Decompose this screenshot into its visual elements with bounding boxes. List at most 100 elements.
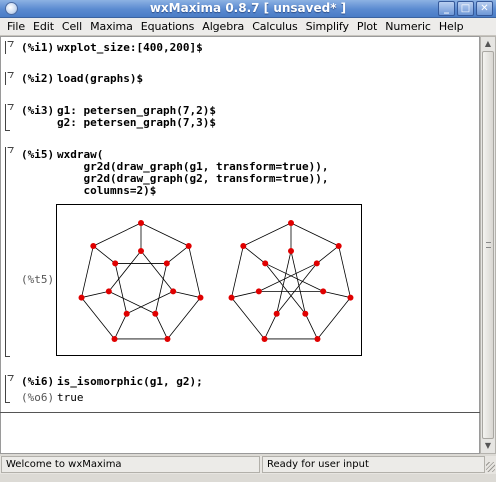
graph2-edge <box>264 313 278 340</box>
scroll-thumb[interactable] <box>482 51 494 439</box>
graph2-vertex <box>288 248 294 254</box>
resize-grip-icon[interactable] <box>486 462 495 472</box>
minimize-button[interactable]: _ <box>438 1 455 16</box>
graph2-vertex <box>255 288 262 295</box>
output-label: (%o6) <box>21 391 55 404</box>
input-label: (%i6) <box>21 375 55 388</box>
graph1-vertex <box>163 260 170 267</box>
menu-maxima[interactable]: Maxima <box>86 20 137 33</box>
graph2-edge <box>316 245 339 264</box>
plot-output[interactable] <box>56 204 362 356</box>
graph1-vertex <box>170 288 177 295</box>
graph2-vertex <box>261 335 268 342</box>
graph2-edge <box>265 263 324 292</box>
code-line[interactable]: wxdraw( <box>57 149 103 160</box>
status-state: Ready for user input <box>262 456 485 473</box>
graph2-edge <box>317 297 351 340</box>
graph-plot <box>78 220 354 342</box>
graph1-vertex <box>164 335 171 342</box>
cell-bracket[interactable] <box>5 104 14 131</box>
graph1-vertex <box>197 294 204 301</box>
graph2-edge <box>304 313 318 340</box>
graph1-edge <box>166 245 189 264</box>
graph1-vertex <box>105 288 112 295</box>
code-line[interactable]: gr2d(draw_graph(g1, transform=true)), <box>57 161 328 172</box>
graph2-edge <box>290 222 339 247</box>
scroll-up-icon[interactable]: ▲ <box>482 38 494 50</box>
graph2-vertex <box>228 294 235 301</box>
graph2-vertex <box>313 260 320 267</box>
graph1-edge <box>126 290 174 315</box>
input-label: (%i3) <box>21 104 55 117</box>
maximize-button[interactable]: □ <box>457 1 474 16</box>
title-bar: wxMaxima 0.8.7 [ unsaved* ] _ □ ✕ <box>0 0 496 18</box>
code-line[interactable]: gr2d(draw_graph(g2, transform=true)), <box>57 173 328 184</box>
graph1-edge <box>93 222 142 247</box>
graph2-vertex <box>347 294 354 301</box>
cell-bracket[interactable] <box>5 375 14 403</box>
code-line[interactable]: is_isomorphic(g1, g2); <box>57 376 203 387</box>
code-line[interactable]: columns=2)$ <box>57 185 156 196</box>
window-bottom <box>0 474 496 482</box>
graph1-vertex <box>112 260 119 267</box>
status-bar: Welcome to wxMaxima Ready for user input <box>0 456 496 474</box>
menu-numeric[interactable]: Numeric <box>381 20 435 33</box>
cursor-divider <box>0 412 480 413</box>
graph1-edge <box>81 290 109 298</box>
code-line[interactable]: g1: petersen_graph(7,2)$ <box>57 105 216 116</box>
menu-algebra[interactable]: Algebra <box>198 20 248 33</box>
status-message: Welcome to wxMaxima <box>1 456 260 473</box>
graph1-vertex <box>185 242 192 249</box>
output-value: true <box>57 391 84 404</box>
graph1-edge <box>81 245 94 298</box>
graph2-edge <box>323 290 351 298</box>
graph1-vertex <box>111 335 118 342</box>
graph1-edge <box>167 297 201 340</box>
menu-plot[interactable]: Plot <box>353 20 381 33</box>
window-title: wxMaxima 0.8.7 [ unsaved* ] <box>149 1 347 15</box>
menu-calculus[interactable]: Calculus <box>248 20 301 33</box>
output-label: (%t5) <box>21 273 55 286</box>
cell-bracket[interactable] <box>5 72 14 85</box>
graph2-vertex <box>262 260 269 267</box>
code-line[interactable]: g2: petersen_graph(7,3)$ <box>57 117 216 128</box>
menu-cell[interactable]: Cell <box>58 20 86 33</box>
menu-help[interactable]: Help <box>435 20 468 33</box>
menu-bar: File Edit Cell Maxima Equations Algebra … <box>0 18 496 36</box>
graph1-edge <box>140 250 174 292</box>
vertical-scrollbar[interactable]: ▲ ▼ <box>480 36 496 454</box>
graph2-vertex <box>240 242 247 249</box>
graph2-edge <box>231 245 244 298</box>
graph2-edge <box>231 290 259 298</box>
graph1-edge <box>140 222 189 247</box>
menu-file[interactable]: File <box>3 20 29 33</box>
graph2-vertex <box>273 310 280 317</box>
graph1-edge <box>108 290 156 315</box>
scroll-down-icon[interactable]: ▼ <box>482 440 494 452</box>
close-button[interactable]: ✕ <box>476 1 493 16</box>
graph2-vertex <box>335 242 342 249</box>
code-line[interactable]: load(graphs)$ <box>57 73 143 84</box>
menu-simplify[interactable]: Simplify <box>302 20 353 33</box>
graph1-edge <box>114 313 128 340</box>
code-line[interactable]: wxplot_size:[400,200]$ <box>57 42 203 53</box>
graph2-edge <box>243 245 266 264</box>
cell-bracket[interactable] <box>5 147 14 357</box>
menu-equations[interactable]: Equations <box>137 20 199 33</box>
graph2-vertex <box>320 288 327 295</box>
menu-edit[interactable]: Edit <box>29 20 58 33</box>
graph1-edge <box>173 290 201 298</box>
graph1-vertex <box>123 310 130 317</box>
graph1-vertex <box>152 310 159 317</box>
graph1-edge <box>108 250 142 292</box>
input-label: (%i2) <box>21 72 55 85</box>
graph2-edge <box>231 297 265 340</box>
graph2-vertex <box>314 335 321 342</box>
graph1-edge <box>81 297 115 340</box>
cell-bracket[interactable] <box>5 41 14 54</box>
graph1-vertex <box>138 248 144 254</box>
graph1-edge <box>154 313 168 340</box>
graph2-vertex <box>302 310 309 317</box>
graph1-vertex <box>90 242 97 249</box>
graph1-vertex <box>138 220 144 226</box>
